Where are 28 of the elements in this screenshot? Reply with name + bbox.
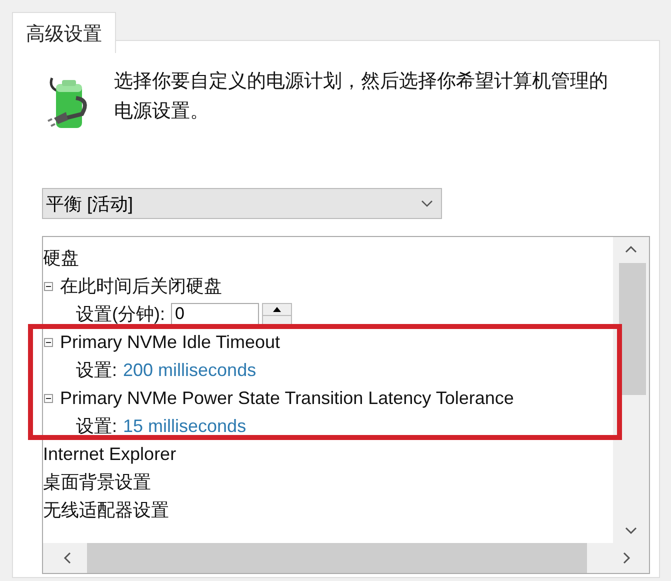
tree-item[interactable]: 桌面背景设置 [43,470,151,494]
setting-label: 设置(分钟): [76,303,165,326]
horizontal-scrollbar[interactable] [43,543,649,573]
vertical-scrollbar[interactable] [613,237,649,543]
collapse-icon[interactable] [44,338,53,346]
scroll-left-icon[interactable] [63,552,71,564]
scroll-down-icon[interactable] [625,527,637,535]
tree-item[interactable]: 无线适配器设置 [43,498,169,522]
tree-item[interactable]: 硬盘 [43,246,79,270]
plan-dropdown[interactable]: 平衡 [活动] [42,188,442,219]
setting-value-link[interactable]: 200 milliseconds [123,360,256,380]
setting-value-link[interactable]: 15 milliseconds [123,416,246,436]
tree-item[interactable]: Internet Explorer [43,444,176,464]
setting-label: 设置: [76,359,118,382]
scroll-right-icon[interactable] [623,552,631,564]
setting-label: 设置: [76,415,118,438]
collapse-icon[interactable] [44,282,53,290]
dropdown-value: 平衡 [活动] [46,192,134,216]
tab[interactable]: 高级设置 [12,12,116,53]
chevron-down-icon [421,200,433,208]
spin-up-button[interactable] [262,303,292,316]
tree-item[interactable]: Primary NVMe Power State Transition Latency Tolerance [60,388,514,408]
tree-item[interactable]: Primary NVMe Idle Timeout [60,332,280,352]
tree-item[interactable]: 在此时间后关闭硬盘 [60,274,222,298]
description-text: 选择你要自定义的电源计划，然后选择你希望计算机管理的电源设置。 [114,70,609,124]
scroll-up-icon[interactable] [625,245,637,253]
collapse-icon[interactable] [44,394,53,402]
triangle-up-icon [273,307,281,312]
